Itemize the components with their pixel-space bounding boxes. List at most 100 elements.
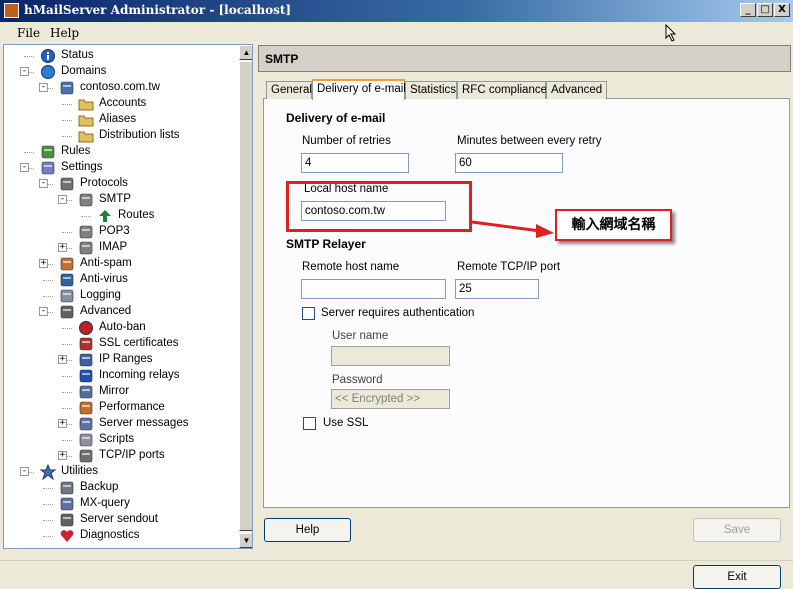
- tree-item-label: Aliases: [99, 113, 137, 125]
- maximize-button[interactable]: □: [757, 3, 773, 17]
- folder-icon: [78, 96, 94, 112]
- tree-item-aliases[interactable]: Aliases: [4, 112, 236, 128]
- retries-label: Number of retries: [302, 135, 391, 147]
- scroll-down-button[interactable]: ▼: [239, 533, 252, 548]
- tree-item-label: Rules: [61, 145, 91, 157]
- tree-item-label: IMAP: [99, 241, 128, 253]
- tree-item-auto-ban[interactable]: Auto-ban: [4, 320, 236, 336]
- expand-icon[interactable]: +: [58, 355, 67, 364]
- password-input[interactable]: [331, 389, 450, 409]
- tree-item-smtp[interactable]: - SMTP: [4, 192, 236, 208]
- tree-item-label: contoso.com.tw: [80, 81, 160, 93]
- tree-item-tcp-ip-ports[interactable]: + TCP/IP ports: [4, 448, 236, 464]
- tree-item-server-sendout[interactable]: Server sendout: [4, 512, 236, 528]
- tree-item-distribution-lists[interactable]: Distribution lists: [4, 128, 236, 144]
- star-icon: [39, 463, 57, 481]
- mx-query-icon: [59, 496, 75, 512]
- tab-statistics[interactable]: Statistics: [405, 81, 457, 99]
- collapse-icon[interactable]: -: [20, 467, 29, 476]
- tree-item-label: Settings: [61, 161, 103, 173]
- collapse-icon[interactable]: -: [58, 195, 67, 204]
- tree-item-label: Advanced: [80, 305, 132, 317]
- title-bar: hMailServer Administrator - [localhost] …: [0, 0, 793, 22]
- tree-item-diagnostics[interactable]: Diagnostics: [4, 528, 236, 544]
- tree-item-label: Incoming relays: [99, 369, 180, 381]
- tree-item-server-messages[interactable]: + Server messages: [4, 416, 236, 432]
- expand-icon[interactable]: +: [58, 419, 67, 428]
- tree-item-logging[interactable]: Logging: [4, 288, 236, 304]
- ssl-checkbox[interactable]: [303, 417, 316, 430]
- tree-item-incoming-relays[interactable]: Incoming relays: [4, 368, 236, 384]
- navigation-tree[interactable]: ▲ ▼ Status - Domains - contoso.com.tw Account…: [3, 44, 253, 549]
- tree-item-settings[interactable]: - Settings: [4, 160, 236, 176]
- scroll-up-button[interactable]: ▲: [239, 45, 252, 60]
- diagnostics-icon: [59, 528, 75, 544]
- protocol-icon: [78, 192, 94, 208]
- exit-button[interactable]: Exit: [693, 565, 781, 589]
- tree-connector: [62, 392, 72, 393]
- scroll-thumb[interactable]: [239, 61, 252, 531]
- tree-item-status[interactable]: Status: [4, 48, 236, 64]
- tree-item-anti-virus[interactable]: Anti-virus: [4, 272, 236, 288]
- tree-item-pop3[interactable]: POP3: [4, 224, 236, 240]
- menu-file[interactable]: File: [17, 26, 40, 40]
- tree-item-advanced[interactable]: - Advanced: [4, 304, 236, 320]
- menu-help[interactable]: Help: [50, 26, 79, 40]
- tree-item-rules[interactable]: Rules: [4, 144, 236, 160]
- tree-connector: [43, 296, 53, 297]
- tree-connector: [62, 104, 72, 105]
- autoban-icon: [78, 320, 94, 336]
- minimize-button[interactable]: _: [740, 3, 756, 17]
- tree-item-imap[interactable]: + IMAP: [4, 240, 236, 256]
- minutes-input[interactable]: [455, 153, 563, 173]
- remote-port-input[interactable]: [455, 279, 539, 299]
- relay-icon: [78, 368, 94, 384]
- sendout-icon: [59, 512, 75, 528]
- rules-icon: [40, 144, 56, 160]
- tree-item-backup[interactable]: Backup: [4, 480, 236, 496]
- tree-item-scripts[interactable]: Scripts: [4, 432, 236, 448]
- antivirus-icon: [59, 272, 75, 288]
- tab-delivery-of-e-mail[interactable]: Delivery of e-mail: [312, 79, 406, 100]
- expand-icon[interactable]: +: [58, 451, 67, 460]
- remote-host-input[interactable]: [301, 279, 446, 299]
- tree-item-ip-ranges[interactable]: + IP Ranges: [4, 352, 236, 368]
- auth-checkbox[interactable]: [302, 307, 315, 320]
- annotation-arrow-icon: [471, 220, 554, 238]
- tree-connector: [62, 408, 72, 409]
- retries-input[interactable]: [301, 153, 409, 173]
- help-button[interactable]: Help: [264, 518, 351, 542]
- collapse-icon[interactable]: -: [39, 179, 48, 188]
- tab-rfc-compliance[interactable]: RFC compliance: [457, 81, 547, 99]
- tree-item-label: Routes: [118, 209, 155, 221]
- tab-advanced[interactable]: Advanced: [546, 81, 607, 99]
- username-input[interactable]: [331, 346, 450, 366]
- tree-item-mirror[interactable]: Mirror: [4, 384, 236, 400]
- tree-item-contoso-com-tw[interactable]: - contoso.com.tw: [4, 80, 236, 96]
- tab-general[interactable]: General: [266, 81, 312, 99]
- tree-item-anti-spam[interactable]: + Anti-spam: [4, 256, 236, 272]
- close-button[interactable]: X: [774, 3, 790, 17]
- auth-label: Server requires authentication: [321, 307, 475, 319]
- tree-connector: [62, 344, 72, 345]
- tree-item-accounts[interactable]: Accounts: [4, 96, 236, 112]
- tree-item-label: Utilities: [61, 465, 99, 477]
- tree-item-protocols[interactable]: - Protocols: [4, 176, 236, 192]
- performance-icon: [78, 400, 94, 416]
- expand-icon[interactable]: +: [58, 243, 67, 252]
- tree-item-routes[interactable]: Routes: [4, 208, 236, 224]
- tree-item-label: Diagnostics: [80, 529, 140, 541]
- tree-item-label: MX-query: [80, 497, 130, 509]
- tree-item-ssl-certificates[interactable]: SSL certificates: [4, 336, 236, 352]
- tree-item-mx-query[interactable]: MX-query: [4, 496, 236, 512]
- tree-item-performance[interactable]: Performance: [4, 400, 236, 416]
- collapse-icon[interactable]: -: [39, 83, 48, 92]
- tree-item-utilities[interactable]: - Utilities: [4, 463, 236, 481]
- expand-icon[interactable]: +: [39, 259, 48, 268]
- collapse-icon[interactable]: -: [39, 307, 48, 316]
- tree-scrollbar[interactable]: ▲ ▼: [239, 45, 252, 548]
- collapse-icon[interactable]: -: [20, 163, 29, 172]
- collapse-icon[interactable]: -: [20, 67, 29, 76]
- tree-item-domains[interactable]: - Domains: [4, 64, 236, 80]
- save-button[interactable]: Save: [693, 518, 781, 542]
